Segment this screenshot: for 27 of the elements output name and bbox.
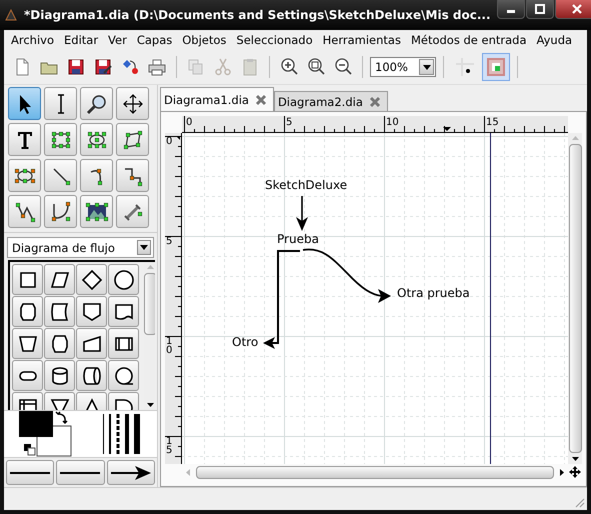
menu-item[interactable]: Objetos	[177, 33, 232, 47]
document-tab[interactable]: Diagrama1.dia	[160, 87, 274, 111]
ruler-label: 0	[166, 137, 173, 146]
menu-item[interactable]: Métodos de entrada	[406, 33, 532, 47]
menu-item[interactable]: Capas	[132, 33, 178, 47]
ruler-label: 15	[486, 117, 499, 128]
diagram-label[interactable]: Otra prueba	[397, 286, 470, 300]
ruler-label: 10	[386, 117, 399, 128]
document-tab[interactable]: Diagrama2.dia	[274, 91, 388, 111]
menu-item[interactable]: Ayuda	[532, 33, 578, 47]
ruler-label: 5	[166, 237, 173, 246]
menu-item[interactable]: Ver	[103, 33, 132, 47]
sheet-dropdown[interactable]: Diagrama de flujo	[7, 237, 154, 258]
zoom-field[interactable]: 100%	[370, 57, 436, 77]
menu-item[interactable]: Seleccionado	[231, 33, 318, 47]
window-title: *Diagrama1.dia (D:\Documents and Settings\SketchDeluxe\Mis doc...	[24, 8, 491, 22]
ruler-label: 5	[286, 117, 292, 128]
diagram-label[interactable]: SketchDeluxe	[265, 178, 348, 192]
ruler-label: 10	[166, 337, 173, 355]
diagram-label[interactable]: Prueba	[277, 232, 319, 246]
menu-item[interactable]: Herramientas	[318, 33, 406, 47]
menu-item[interactable]: Editar	[59, 33, 104, 47]
ruler-label: 0	[186, 117, 192, 128]
diagram-label[interactable]: Otro	[232, 335, 258, 349]
diagram-canvas[interactable]: SketchDeluxe Prueba Otra prueba Otro	[182, 133, 568, 464]
menu-item[interactable]: Archivo	[6, 33, 59, 47]
ruler-label: 15	[166, 437, 173, 455]
